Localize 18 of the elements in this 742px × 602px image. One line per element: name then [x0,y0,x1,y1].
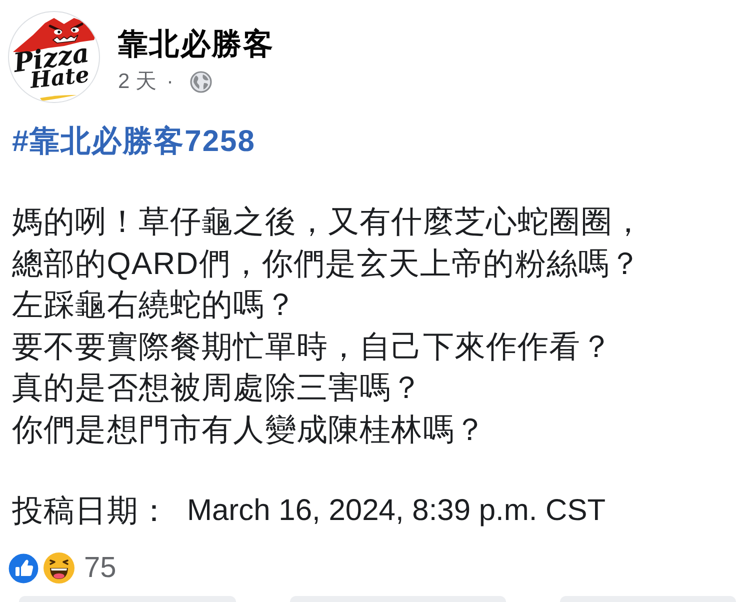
post-text-line: 要不要實際餐期忙單時，自己下來作作看？ [12,328,614,366]
posted-date-label: 投稿日期： [12,492,170,530]
page-name[interactable]: 靠北必勝客 [118,27,274,63]
swoosh-icon [40,94,77,101]
post-text-line: 總部的QARD們，你們是玄天上帝的粉絲嗎？ [12,244,642,283]
post-text-line: 媽的咧！草仔龜之後，又有什麼芝心蛇圈圈， [12,203,645,241]
profile-avatar[interactable]: Pizza Hate [8,11,100,103]
post-time[interactable]: 2 天 [118,68,157,96]
hashtag-link[interactable]: #靠北必勝客7258 [12,122,256,162]
post-text-line: 真的是否想被周處除三害嗎？ [12,369,424,408]
posted-date-value: March 16, 2024, 8:39 p.m. CST [187,492,606,529]
reaction-count[interactable]: 75 [84,551,116,586]
thumbs-up-icon [7,552,40,585]
separator-dot: · [166,69,174,95]
globe-icon [190,71,212,93]
post-text-line: 左踩龜右繞蛇的嗎？ [12,286,298,324]
laughing-face-icon [43,552,75,584]
post-text-line: 你們是想門市有人變成陳桂林嗎？ [12,410,487,449]
